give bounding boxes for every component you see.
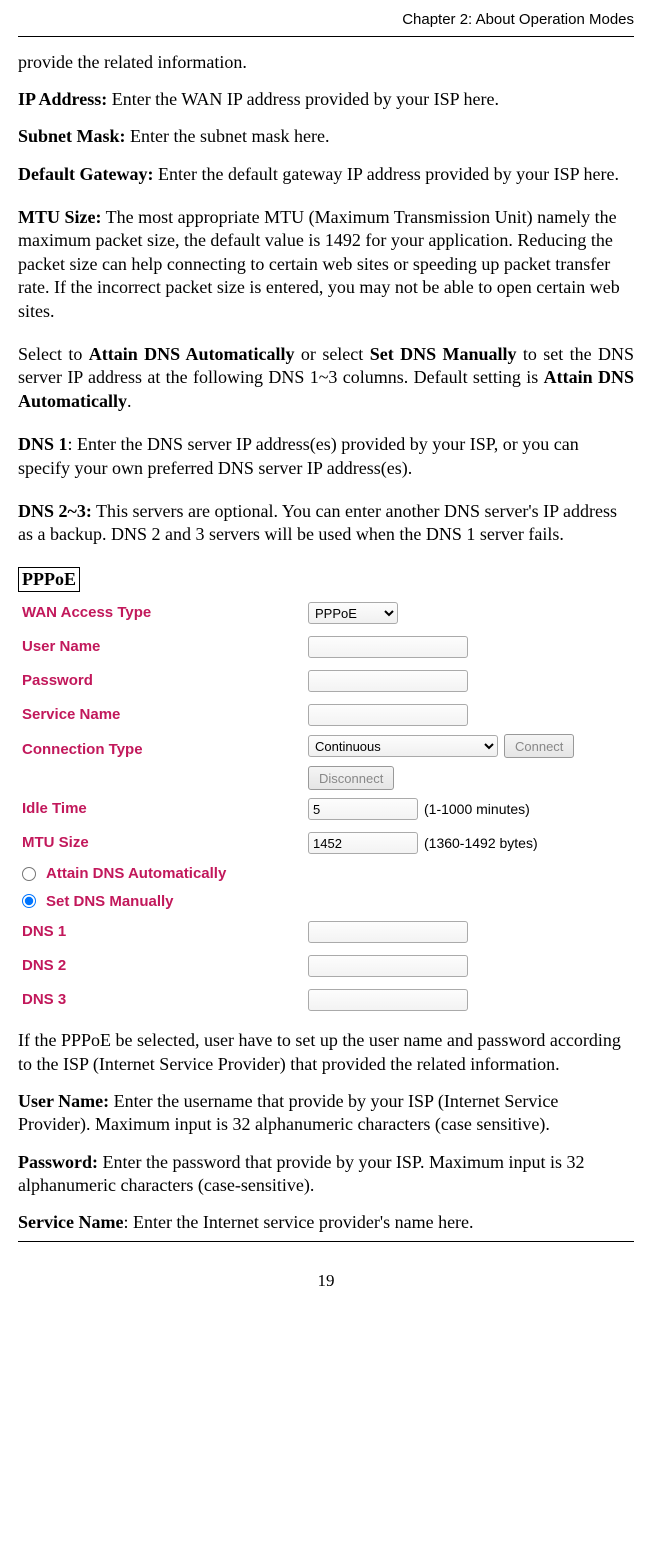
hint-mtu-size: (1360-1492 bytes)	[424, 834, 538, 852]
select-connection-type[interactable]: Continuous	[308, 735, 498, 757]
label-idle-time: Idle Time	[18, 799, 308, 819]
text-ip: Enter the WAN IP address provided by you…	[107, 89, 499, 109]
text-dns23: This servers are optional. You can enter…	[18, 501, 617, 544]
text-dns1: : Enter the DNS server IP address(es) pr…	[18, 434, 579, 477]
label-service-name: Service Name	[18, 705, 308, 725]
label-user-desc: User Name:	[18, 1091, 109, 1111]
input-dns3[interactable]	[308, 989, 468, 1011]
label-password: Password	[18, 671, 308, 691]
input-user-name[interactable]	[308, 636, 468, 658]
hint-idle-time: (1-1000 minutes)	[424, 800, 530, 818]
label-wan-access-type: WAN Access Type	[18, 603, 308, 623]
label-mtu: MTU Size:	[18, 207, 101, 227]
label-dns3-form: DNS 3	[18, 990, 308, 1010]
input-service-name[interactable]	[308, 704, 468, 726]
text-mtu: The most appropriate MTU (Maximum Transm…	[18, 207, 620, 321]
dnssel-b2: Set DNS Manually	[370, 344, 517, 364]
input-dns2[interactable]	[308, 955, 468, 977]
label-svc-desc: Service Name	[18, 1212, 123, 1232]
top-rule	[18, 36, 634, 37]
field-service-name-desc: Service Name: Enter the Internet service…	[18, 1211, 634, 1234]
field-mtu-size: MTU Size: The most appropriate MTU (Maxi…	[18, 206, 634, 323]
label-connection-type: Connection Type	[18, 734, 308, 760]
dnssel-post2: .	[127, 391, 132, 411]
label-user-name: User Name	[18, 637, 308, 657]
pppoe-form: WAN Access Type PPPoE User Name Password…	[18, 596, 618, 1017]
label-ip: IP Address:	[18, 89, 107, 109]
label-subnet: Subnet Mask:	[18, 126, 126, 146]
text-svc-desc: : Enter the Internet service provider's …	[123, 1212, 473, 1232]
connect-button[interactable]: Connect	[504, 734, 574, 758]
section-title-pppoe: PPPoE	[18, 567, 80, 592]
label-set-dns-manually: Set DNS Manually	[46, 892, 174, 912]
input-mtu-size[interactable]	[308, 832, 418, 854]
field-ip-address: IP Address: Enter the WAN IP address pro…	[18, 88, 634, 111]
field-dns1: DNS 1: Enter the DNS server IP address(e…	[18, 433, 634, 480]
dnssel-pre: Select to	[18, 344, 89, 364]
text-subnet: Enter the subnet mask here.	[126, 126, 330, 146]
radio-attain-dns[interactable]	[22, 867, 36, 881]
field-subnet-mask: Subnet Mask: Enter the subnet mask here.	[18, 125, 634, 148]
input-dns1[interactable]	[308, 921, 468, 943]
label-dns23: DNS 2~3:	[18, 501, 92, 521]
field-user-name-desc: User Name: Enter the username that provi…	[18, 1090, 634, 1137]
label-gateway: Default Gateway:	[18, 164, 153, 184]
label-dns1: DNS 1	[18, 434, 68, 454]
text-pass-desc: Enter the password that provide by your …	[18, 1152, 584, 1195]
dnssel-b1: Attain DNS Automatically	[89, 344, 295, 364]
field-dns23: DNS 2~3: This servers are optional. You …	[18, 500, 634, 547]
label-mtu-size-form: MTU Size	[18, 833, 308, 853]
label-pass-desc: Password:	[18, 1152, 98, 1172]
bottom-rule	[18, 1241, 634, 1242]
label-dns2-form: DNS 2	[18, 956, 308, 976]
disconnect-button[interactable]: Disconnect	[308, 766, 394, 790]
dnssel-mid: or select	[295, 344, 370, 364]
pppoe-after-text: If the PPPoE be selected, user have to s…	[18, 1029, 634, 1076]
text-gateway: Enter the default gateway IP address pro…	[153, 164, 619, 184]
chapter-header: Chapter 2: About Operation Modes	[18, 10, 634, 30]
input-password[interactable]	[308, 670, 468, 692]
label-attain-dns: Attain DNS Automatically	[46, 864, 226, 884]
label-dns1-form: DNS 1	[18, 922, 308, 942]
input-idle-time[interactable]	[308, 798, 418, 820]
page-number: 19	[18, 1270, 634, 1292]
field-default-gateway: Default Gateway: Enter the default gatew…	[18, 163, 634, 186]
field-password-desc: Password: Enter the password that provid…	[18, 1151, 634, 1198]
field-dns-select: Select to Attain DNS Automatically or se…	[18, 343, 634, 413]
select-wan-access-type[interactable]: PPPoE	[308, 602, 398, 624]
radio-set-dns-manually[interactable]	[22, 894, 36, 908]
intro-continuation: provide the related information.	[18, 51, 634, 74]
